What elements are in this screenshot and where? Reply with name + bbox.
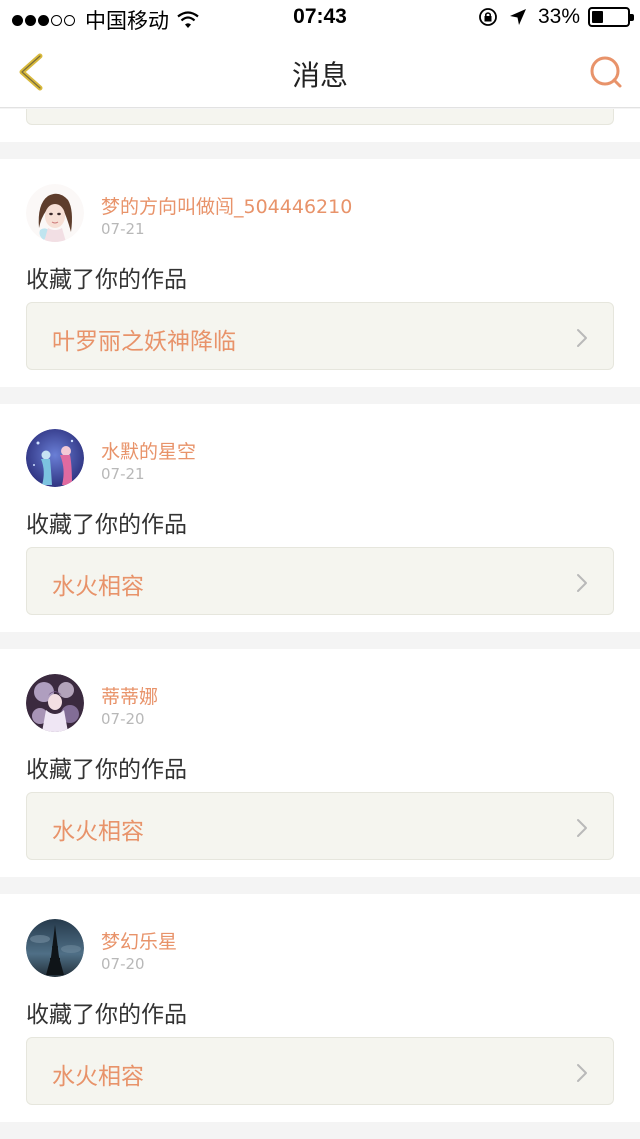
orientation-lock-icon: [479, 8, 497, 26]
work-link[interactable]: 水火相容: [26, 792, 614, 860]
chevron-right-icon: [577, 819, 587, 837]
user-avatar[interactable]: [26, 429, 84, 487]
notification-action: 收藏了你的作品: [26, 1002, 187, 1028]
notification-action: 收藏了你的作品: [26, 512, 187, 538]
nav-bar: 消息: [0, 36, 640, 108]
notification-action: 收藏了你的作品: [26, 267, 187, 293]
card-separator: [0, 877, 640, 894]
username[interactable]: 梦的方向叫做闯_504446210: [101, 192, 352, 219]
previous-card-remnant: [0, 109, 640, 142]
search-button[interactable]: [588, 54, 624, 90]
status-bar: 中国移动 07:43 33%: [0, 0, 640, 36]
username[interactable]: 水默的星空: [101, 437, 196, 464]
notification-card: 梦的方向叫做闯_504446210 07-21 收藏了你的作品 叶罗丽之妖神降临: [0, 159, 640, 387]
work-title: 叶罗丽之妖神降临: [52, 329, 236, 355]
notification-action: 收藏了你的作品: [26, 757, 187, 783]
battery-cap: [630, 14, 634, 21]
chevron-right-icon: [577, 329, 587, 347]
work-link[interactable]: 水火相容: [26, 547, 614, 615]
notification-card: 水默的星空 07-21 收藏了你的作品 水火相容: [0, 404, 640, 632]
battery-fill: [592, 11, 604, 23]
work-link[interactable]: 叶罗丽之妖神降临: [26, 302, 614, 370]
card-separator: [0, 632, 640, 649]
status-right: 33%: [478, 5, 634, 29]
battery-percent: 33%: [537, 5, 580, 28]
user-avatar[interactable]: [26, 919, 84, 977]
user-avatar[interactable]: [26, 674, 84, 732]
notification-date: 07-20: [101, 710, 145, 728]
card-separator: [0, 1122, 640, 1139]
user-avatar[interactable]: [26, 184, 84, 242]
username[interactable]: 梦幻乐星: [101, 927, 177, 954]
notification-card: 蒂蒂娜 07-20 收藏了你的作品 水火相容: [0, 649, 640, 877]
location-arrow-icon: [509, 9, 526, 25]
notification-feed[interactable]: 梦的方向叫做闯_504446210 07-21 收藏了你的作品 叶罗丽之妖神降临: [0, 109, 640, 1139]
notification-card: 梦幻乐星 07-20 收藏了你的作品 水火相容: [0, 894, 640, 1122]
card-separator: [0, 142, 640, 159]
chevron-right-icon: [577, 574, 587, 592]
username[interactable]: 蒂蒂娜: [101, 682, 158, 709]
card-separator: [0, 387, 640, 404]
previous-work-box[interactable]: [26, 109, 614, 125]
notification-date: 07-21: [101, 465, 145, 483]
notification-date: 07-20: [101, 955, 145, 973]
work-title: 水火相容: [52, 819, 144, 845]
battery-icon: [588, 7, 634, 27]
work-title: 水火相容: [52, 574, 144, 600]
page-title: 消息: [291, 59, 348, 92]
notification-date: 07-21: [101, 220, 145, 238]
work-title: 水火相容: [52, 1064, 144, 1090]
work-link[interactable]: 水火相容: [26, 1037, 614, 1105]
chevron-right-icon: [577, 1064, 587, 1082]
